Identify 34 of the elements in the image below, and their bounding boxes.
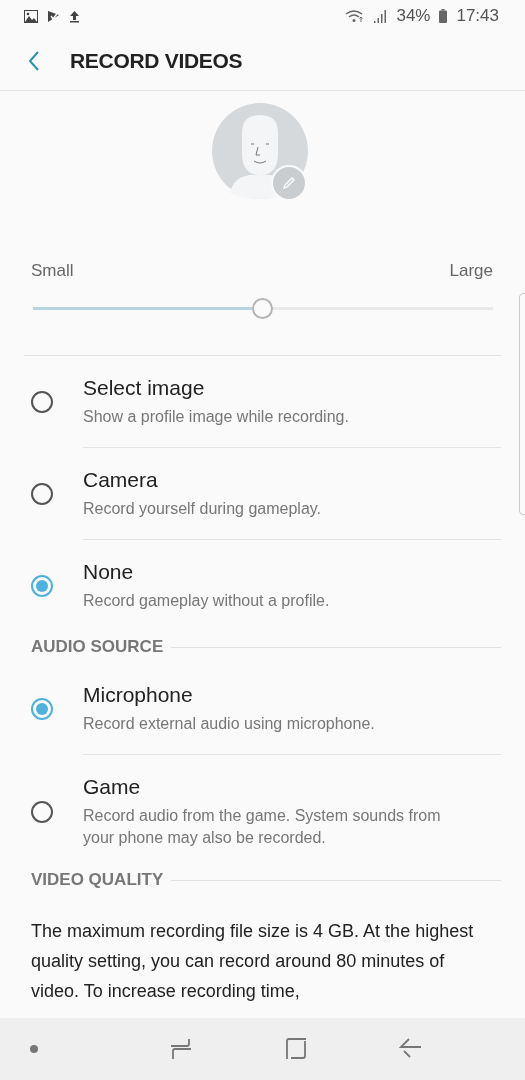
radio-button[interactable]	[31, 391, 53, 413]
radio-button[interactable]	[31, 574, 53, 597]
clock: 17:43	[456, 6, 499, 26]
battery-icon	[439, 9, 448, 23]
slider-max-label: Large	[449, 261, 493, 281]
option-description: Show a profile image while recording.	[83, 407, 350, 427]
option-description: Record audio from the game. System sounds from your phone may also be recorded.	[83, 806, 442, 848]
option-description: Record external audio using microphone.	[83, 714, 376, 734]
section-heading: VIDEO QUALITY	[31, 870, 164, 890]
info-paragraph: The maximum recording file size is 4 GB. At the highest quality setting, you can record around 80 minutes of video. To increase recording time,	[31, 920, 475, 1003]
check-flag-icon	[47, 9, 60, 23]
pencil-icon	[281, 175, 297, 191]
upload-icon	[69, 9, 80, 23]
radio-button[interactable]	[31, 698, 53, 720]
option-title: Select image	[83, 376, 206, 400]
option-title: Game	[83, 775, 142, 799]
battery-percent: 34%	[396, 6, 431, 26]
dot-icon[interactable]	[30, 1045, 38, 1053]
back-chevron-icon	[28, 51, 40, 71]
image-icon	[24, 9, 38, 23]
option-title: None	[83, 560, 135, 584]
option-title: Camera	[83, 468, 159, 492]
slider-thumb[interactable]	[252, 298, 273, 319]
radio-button[interactable]	[31, 483, 53, 505]
radio-button[interactable]	[31, 800, 53, 823]
home-square-icon[interactable]	[284, 1037, 307, 1061]
option-description: Record gameplay without a profile.	[83, 591, 331, 611]
page-title: RECORD VIDEOS	[70, 49, 243, 73]
section-heading: AUDIO SOURCE	[31, 637, 164, 657]
slider-min-label: Small	[31, 261, 74, 281]
option-description: Record yourself during gameplay.	[83, 499, 323, 519]
recent-apps-icon[interactable]	[170, 1037, 193, 1061]
signal-icon	[374, 9, 388, 23]
option-title: Microphone	[83, 683, 194, 707]
